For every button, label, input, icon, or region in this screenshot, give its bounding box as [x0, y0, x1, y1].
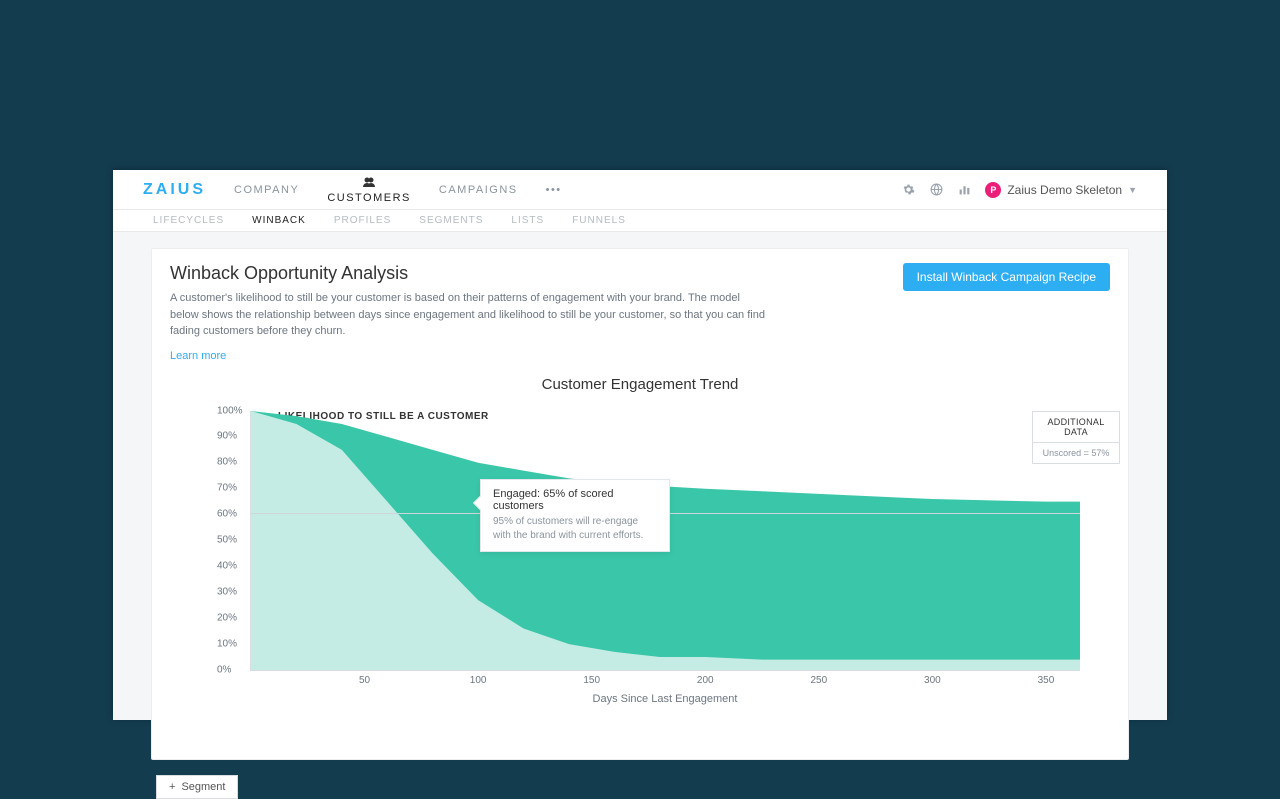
- y-tick: 0%: [217, 664, 231, 675]
- nav-label: COMPANY: [234, 184, 299, 196]
- user-menu[interactable]: P Zaius Demo Skeleton ▼: [985, 182, 1137, 198]
- top-nav: ZAIUS COMPANY CUSTOMERS CAMPAIGNS •••: [113, 170, 1167, 210]
- subnav-lists[interactable]: LISTS: [511, 215, 544, 226]
- app-window: ZAIUS COMPANY CUSTOMERS CAMPAIGNS •••: [113, 170, 1167, 720]
- nav-more[interactable]: •••: [546, 184, 562, 196]
- more-icon: •••: [546, 184, 562, 196]
- y-tick: 80%: [217, 457, 237, 468]
- chart-title: Customer Engagement Trend: [170, 376, 1110, 393]
- subnav-profiles[interactable]: PROFILES: [334, 215, 391, 226]
- gear-icon[interactable]: [901, 183, 915, 197]
- install-recipe-button[interactable]: Install Winback Campaign Recipe: [903, 263, 1110, 291]
- y-tick: 20%: [217, 612, 237, 623]
- top-nav-right: P Zaius Demo Skeleton ▼: [901, 182, 1137, 198]
- brand-logo[interactable]: ZAIUS: [143, 181, 206, 199]
- segment-button-label: Segment: [181, 781, 225, 793]
- chart-plot-area: 0%10%20%30%40%50%60%70%80%90%100%5010015…: [250, 411, 1080, 671]
- sub-nav: LIFECYCLES WINBACK PROFILES SEGMENTS LIS…: [113, 210, 1167, 232]
- avatar: P: [985, 182, 1001, 198]
- page-title: Winback Opportunity Analysis: [170, 263, 770, 284]
- x-tick: 300: [924, 675, 941, 686]
- x-axis-label: Days Since Last Engagement: [250, 693, 1080, 705]
- learn-more-link[interactable]: Learn more: [170, 350, 226, 362]
- globe-icon[interactable]: [929, 183, 943, 197]
- customers-icon: [362, 176, 376, 190]
- plus-icon: +: [169, 781, 175, 793]
- nav-label: CUSTOMERS: [327, 192, 411, 204]
- chevron-down-icon: ▼: [1128, 185, 1137, 195]
- y-tick: 70%: [217, 483, 237, 494]
- y-tick: 60%: [217, 509, 237, 520]
- nav-label: CAMPAIGNS: [439, 184, 518, 196]
- y-tick: 90%: [217, 431, 237, 442]
- subnav-winback[interactable]: WINBACK: [252, 215, 306, 226]
- x-tick: 50: [359, 675, 370, 686]
- y-tick: 40%: [217, 560, 237, 571]
- x-tick: 200: [697, 675, 714, 686]
- bar-chart-icon[interactable]: [957, 183, 971, 197]
- x-tick: 250: [810, 675, 827, 686]
- add-segment-button[interactable]: + Segment: [156, 775, 238, 799]
- nav-campaigns[interactable]: CAMPAIGNS: [439, 184, 518, 196]
- top-nav-left: ZAIUS COMPANY CUSTOMERS CAMPAIGNS •••: [143, 176, 562, 204]
- chart-wrap: LIKELIHOOD TO STILL BE A CUSTOMER ADDITI…: [170, 411, 1110, 705]
- y-tick: 30%: [217, 586, 237, 597]
- y-tick: 10%: [217, 638, 237, 649]
- card-header: Winback Opportunity Analysis A customer'…: [170, 263, 1110, 364]
- nav-customers[interactable]: CUSTOMERS: [327, 176, 411, 204]
- content-card: Winback Opportunity Analysis A customer'…: [151, 248, 1129, 760]
- subnav-funnels[interactable]: FUNNELS: [572, 215, 626, 226]
- x-tick: 150: [583, 675, 600, 686]
- subnav-lifecycles[interactable]: LIFECYCLES: [153, 215, 224, 226]
- y-tick: 50%: [217, 535, 237, 546]
- subnav-segments[interactable]: SEGMENTS: [419, 215, 483, 226]
- card-header-left: Winback Opportunity Analysis A customer'…: [170, 263, 770, 364]
- page-description: A customer's likelihood to still be your…: [170, 290, 770, 340]
- y-tick: 100%: [217, 405, 243, 416]
- chart-tooltip: Engaged: 65% of scored customers 95% of …: [480, 479, 670, 552]
- x-tick: 350: [1038, 675, 1055, 686]
- nav-company[interactable]: COMPANY: [234, 184, 299, 196]
- tooltip-body: 95% of customers will re-engage with the…: [493, 515, 657, 543]
- tooltip-title: Engaged: 65% of scored customers: [493, 488, 657, 512]
- x-tick: 100: [470, 675, 487, 686]
- user-name: Zaius Demo Skeleton: [1007, 183, 1122, 197]
